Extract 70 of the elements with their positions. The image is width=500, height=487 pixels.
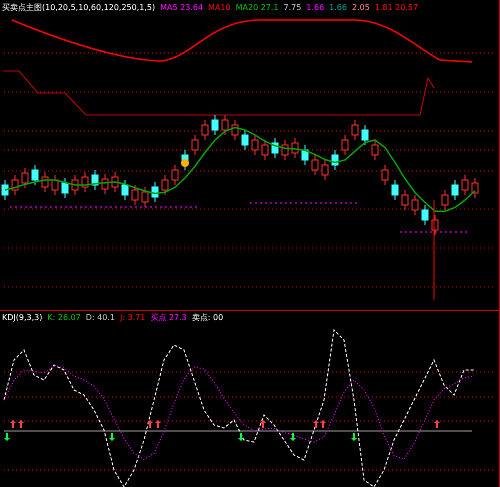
candlestick	[242, 130, 248, 151]
candlestick	[102, 174, 108, 195]
down-arrow-icon	[290, 432, 296, 441]
candlestick	[262, 140, 268, 161]
candlestick	[252, 134, 258, 156]
legend-text: D: 40.1	[86, 312, 115, 324]
candlestick	[462, 174, 468, 196]
candlestick	[332, 150, 338, 171]
signal-dot	[181, 159, 189, 168]
candlestick	[472, 178, 478, 199]
candlestick	[212, 114, 218, 136]
legend-text: 1.81 20.57	[374, 2, 418, 13]
candlestick	[302, 144, 308, 166]
legend-text: MA10	[208, 2, 231, 13]
down-arrow-icon	[351, 432, 357, 441]
candlestick	[352, 120, 358, 141]
candlestick	[2, 180, 8, 201]
candlestick	[42, 172, 48, 193]
candlestick	[152, 182, 158, 203]
candlestick	[82, 172, 88, 193]
candlestick	[72, 174, 78, 196]
candlestick	[442, 190, 448, 211]
candlestick	[292, 138, 298, 159]
down-arrow-icon	[4, 432, 10, 441]
legend-text: MA20 27.1	[236, 2, 279, 13]
legend-text: MA5 23.64	[160, 2, 204, 13]
candlestick	[142, 186, 148, 208]
candlestick	[382, 164, 388, 186]
candlestick	[132, 184, 138, 206]
candlestick	[192, 134, 198, 156]
legend-text: 2.05	[352, 2, 370, 13]
candlestick	[122, 180, 128, 201]
legend-text: KDJ(9,3,3)	[2, 312, 42, 324]
candlestick	[322, 160, 328, 181]
candlestick	[202, 120, 208, 141]
candlestick	[432, 214, 438, 236]
legend-text: 卖点: 00	[192, 312, 224, 324]
up-arrow-icon	[434, 420, 440, 428]
candlestick	[12, 174, 18, 196]
legend-text: K: 26.07	[47, 312, 81, 324]
legend-text: 1.66	[306, 2, 324, 13]
candlestick	[372, 140, 378, 161]
candlestick	[62, 178, 68, 199]
candlestick	[32, 164, 38, 186]
candlestick	[222, 114, 228, 136]
candlestick	[312, 154, 318, 176]
candlestick	[422, 204, 428, 226]
candlestick	[232, 120, 238, 141]
candlestick	[402, 190, 408, 211]
legend-text: 买点 27.3	[150, 312, 187, 324]
legend-text: 7.75	[284, 2, 302, 13]
down-arrow-icon	[109, 432, 115, 441]
down-arrow-icon	[238, 432, 244, 441]
candlestick	[362, 124, 368, 146]
candlestick	[412, 194, 418, 216]
legend-text: J: 3.71	[120, 312, 146, 324]
candlestick	[52, 174, 58, 196]
candlestick	[272, 138, 278, 159]
candlestick	[92, 170, 98, 191]
candlestick	[162, 174, 168, 196]
legend-text: 1.66	[329, 2, 347, 13]
up-arrow-icon	[260, 420, 266, 428]
candlestick	[172, 164, 178, 186]
candlestick	[22, 168, 28, 189]
candlestick	[452, 180, 458, 201]
candlestick	[282, 140, 288, 161]
candlestick	[342, 134, 348, 156]
candlestick	[392, 180, 398, 201]
legend-text: 买卖点主图(10,20,5,10,60,120,250,1,5)	[2, 2, 156, 13]
candlestick	[112, 172, 118, 193]
